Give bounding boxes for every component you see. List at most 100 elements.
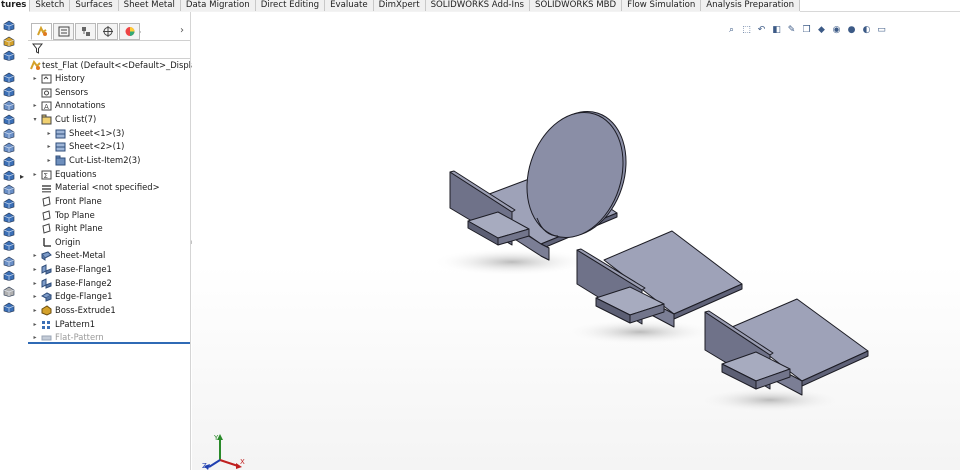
flange-icon <box>41 278 52 289</box>
revolve-cut-icon[interactable] <box>3 100 15 111</box>
tree-item-sensors[interactable]: Sensors <box>28 86 190 99</box>
tab-display-manager[interactable] <box>119 23 140 40</box>
instant3d-icon[interactable] <box>3 286 15 297</box>
view-orientation-icon[interactable]: ❒ <box>799 25 814 37</box>
tree-item-base-flange1[interactable]: ▸ Base-Flange1 <box>28 263 190 276</box>
features-toolbar: ▸ <box>0 12 28 470</box>
tab-solidworks-mbd[interactable]: SOLIDWORKS MBD <box>530 0 623 11</box>
heads-up-view-toolbar: ⌕ ⬚ ↶ ◧ ✎ ❒ ◆ ◉ ● ◐ ▭ <box>724 25 889 37</box>
curves-icon[interactable] <box>3 270 15 281</box>
tree-item-sheet-1[interactable]: ▸ Sheet<1>(3) <box>28 127 190 140</box>
tree-item-lpattern1[interactable]: ▸ LPattern1 <box>28 318 190 331</box>
manager-tabs <box>31 23 141 40</box>
tree-item-annotations[interactable]: ▸ A Annotations <box>28 99 190 112</box>
expand-arrow-icon[interactable]: ▸ <box>31 304 39 317</box>
tab-evaluate[interactable]: Evaluate <box>325 0 374 11</box>
tab-dimxpert[interactable]: DimXpert <box>373 0 426 11</box>
expand-arrow-icon[interactable]: ▸ <box>31 263 39 276</box>
tree-root-part[interactable]: test_Flat (Default<<Default>_Display S <box>28 59 209 72</box>
panel-expand-arrow[interactable]: › <box>180 25 184 36</box>
flange-icon <box>41 264 52 275</box>
shell-icon[interactable] <box>3 212 15 223</box>
eq-icon: Σ <box>41 169 52 180</box>
expand-arrow-icon[interactable]: ▸ <box>31 72 39 85</box>
wrap-icon[interactable] <box>3 226 15 237</box>
dynamic-annotation-icon[interactable]: ✎ <box>784 25 799 37</box>
tree-item-equations[interactable]: ▸ Σ Equations <box>28 168 190 181</box>
tree-item-cut-list-item2[interactable]: ▸ Cut-List-Item2(3) <box>28 154 190 167</box>
graphics-area[interactable]: ⌕ ⬚ ↶ ◧ ✎ ❒ ◆ ◉ ● ◐ ▭ Y X Z <box>192 12 960 470</box>
intersect-icon[interactable] <box>3 240 15 251</box>
configuration-manager-icon <box>81 27 90 36</box>
expand-arrow-icon[interactable]: ▸ <box>31 99 39 112</box>
pattern-icon <box>41 319 52 330</box>
expand-arrow-icon[interactable]: ▸ <box>31 290 39 303</box>
shadow-3 <box>695 387 845 413</box>
tab-surfaces[interactable]: Surfaces <box>70 0 119 11</box>
part-icon <box>30 60 41 71</box>
fillet-icon[interactable] <box>3 156 15 167</box>
tree-item-cut-list[interactable]: ▾ Cut list(7) <box>28 113 190 126</box>
tree-item-boss-extrude1[interactable]: ▸ Boss-Extrude1 <box>28 304 190 317</box>
tab-sketch[interactable]: Sketch <box>30 0 71 11</box>
boundary-cut-icon[interactable] <box>3 142 15 153</box>
tab-solidworks-add-ins[interactable]: SOLIDWORKS Add-Ins <box>425 0 530 11</box>
tree-item-base-flange2[interactable]: ▸ Base-Flange2 <box>28 277 190 290</box>
lofted-cut-icon[interactable] <box>3 128 15 139</box>
tab-dimxpert-manager[interactable] <box>97 23 118 40</box>
tree-item-label: Base-Flange2 <box>55 278 112 288</box>
cutlist-icon <box>41 114 52 125</box>
swept-cut-icon[interactable] <box>3 114 15 125</box>
revolve-boss-icon[interactable] <box>3 36 15 47</box>
draft-icon[interactable] <box>3 198 15 209</box>
reference-geometry-icon[interactable] <box>3 256 15 267</box>
tree-item-top-plane[interactable]: Top Plane <box>28 209 190 222</box>
tab-configuration-manager[interactable] <box>75 23 96 40</box>
expand-arrow-icon[interactable]: ▸ <box>31 277 39 290</box>
hole-wizard-icon[interactable] <box>3 86 15 97</box>
swept-boss-icon[interactable] <box>3 50 15 61</box>
tree-item-edge-flange1[interactable]: ▸ Edge-Flange1 <box>28 290 190 303</box>
expand-arrow-icon[interactable]: ▸ <box>45 140 53 153</box>
tree-item-material[interactable]: Material <not specified> <box>28 181 190 194</box>
extrude-boss-icon[interactable] <box>3 20 15 31</box>
tree-item-origin[interactable]: Origin <box>28 236 190 249</box>
expand-arrow-icon[interactable]: ▸ <box>45 127 53 140</box>
tree-item-history[interactable]: ▸ History <box>28 72 190 85</box>
section-view-icon[interactable]: ◧ <box>769 25 784 37</box>
expand-arrow-icon[interactable]: ▸ <box>31 249 39 262</box>
hide-show-items-icon[interactable]: ◉ <box>829 25 844 37</box>
display-style-icon[interactable]: ◆ <box>814 25 829 37</box>
expand-arrow-icon[interactable]: ▸ <box>45 154 53 167</box>
edit-appearance-icon[interactable]: ● <box>844 25 859 37</box>
expand-arrow-icon[interactable]: ▸ <box>31 318 39 331</box>
rib-icon[interactable] <box>3 184 15 195</box>
tab-feature-manager[interactable] <box>31 23 52 40</box>
tree-filter[interactable] <box>28 40 190 59</box>
sm-icon <box>41 250 52 261</box>
tree-item-sheet-metal[interactable]: ▸ Sheet-Metal <box>28 249 190 262</box>
collapse-arrow-icon[interactable]: ▾ <box>31 113 39 126</box>
zoom-to-fit-icon[interactable]: ⌕ <box>724 25 739 37</box>
tree-item-sheet-2[interactable]: ▸ Sheet<2>(1) <box>28 140 190 153</box>
linear-pattern-icon[interactable] <box>3 170 15 181</box>
tab-data-migration[interactable]: Data Migration <box>180 0 256 11</box>
rollback-bar[interactable] <box>28 342 190 344</box>
apply-scene-icon[interactable]: ◐ <box>859 25 874 37</box>
tab-sheet-metal[interactable]: Sheet Metal <box>118 0 181 11</box>
zoom-to-area-icon[interactable]: ⬚ <box>739 25 754 37</box>
more-tools-icon[interactable]: ▸ <box>20 172 24 181</box>
tree-item-right-plane[interactable]: Right Plane <box>28 222 190 235</box>
tab-analysis-preparation[interactable]: Analysis Preparation <box>701 0 801 11</box>
previous-view-icon[interactable]: ↶ <box>754 25 769 37</box>
extrude-cut-icon[interactable] <box>3 72 15 83</box>
tab-tures[interactable]: tures <box>0 0 31 12</box>
tree-item-front-plane[interactable]: Front Plane <box>28 195 190 208</box>
tab-property-manager[interactable] <box>53 23 74 40</box>
tab-flow-simulation[interactable]: Flow Simulation <box>622 0 702 11</box>
tree-item-label: Cut list(7) <box>55 114 97 124</box>
view-settings-icon[interactable]: ▭ <box>874 25 889 37</box>
mirror-icon[interactable] <box>3 302 15 313</box>
expand-arrow-icon[interactable]: ▸ <box>31 168 39 181</box>
tab-direct-editing[interactable]: Direct Editing <box>255 0 326 11</box>
